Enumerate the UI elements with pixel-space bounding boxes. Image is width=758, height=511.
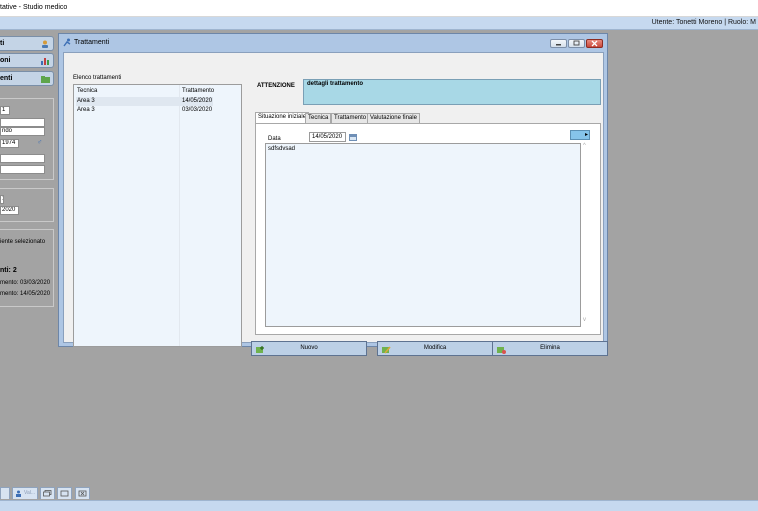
maximize-button[interactable] <box>568 39 585 48</box>
nav-button-treatments[interactable]: enti <box>0 71 54 86</box>
city-field[interactable] <box>0 165 45 174</box>
taskbar-item-2[interactable]: Val... <box>12 487 38 499</box>
cell-tecnica: Area 3 <box>77 107 95 113</box>
person-icon <box>42 40 48 48</box>
minimize-button[interactable] <box>550 39 567 48</box>
date-label: Data <box>268 136 281 142</box>
first-treatment-text: mento: 03/03/2020 <box>0 280 51 286</box>
taskbar-close-button[interactable] <box>75 487 90 499</box>
selected-patient-text: iente selezionato <box>0 239 46 245</box>
edit-button[interactable]: Modifica <box>377 341 493 356</box>
treatment-count-text: nti: 2 <box>0 267 17 274</box>
male-icon: ♂ <box>37 139 43 146</box>
nav-label: oni <box>0 57 11 64</box>
maximize-icon <box>573 40 580 46</box>
stats-count-field[interactable]: 1 <box>0 195 4 204</box>
scroll-down-icon[interactable]: v <box>583 317 586 323</box>
folder-icon <box>41 76 50 83</box>
user-bar: Utente: Tonetti Moreno | Ruolo: M <box>0 17 758 30</box>
attention-label: ATTENZIONE <box>257 83 295 89</box>
scroll-up-icon[interactable]: ^ <box>583 143 586 149</box>
patient-group: 1 ndo 1974 ♂ <box>0 98 54 180</box>
taskbar-item-1[interactable] <box>0 487 10 499</box>
cell-trattamento: 14/05/2020 <box>182 98 213 104</box>
column-divider <box>179 85 180 346</box>
nav-label: ti <box>0 40 5 47</box>
date-field[interactable]: 14/05/2020 <box>309 132 346 142</box>
app-title: tative - Studio medico <box>0 4 68 11</box>
chart-icon <box>41 58 49 65</box>
restore-icon <box>43 490 52 497</box>
taskbar-window-button[interactable] <box>57 487 72 499</box>
close-icon <box>591 40 598 47</box>
patient-id-field[interactable]: 1 <box>0 106 10 115</box>
stats-group: 1 2020 <box>0 188 54 222</box>
delete-button-label: Elimina <box>540 345 560 351</box>
taskbar-restore-button[interactable] <box>40 487 55 499</box>
notes-scrollbar[interactable]: ^ v <box>582 143 590 327</box>
cell-tecnica: Area 3 <box>77 98 95 104</box>
column-header-trattamento[interactable]: Trattamento <box>182 88 214 94</box>
table-row[interactable]: Area 3 03/03/2020 <box>76 106 213 115</box>
attention-box: dettagli trattamento <box>303 79 601 105</box>
dialog-body: Elenco trattamenti Tecnica Trattamento A… <box>63 52 608 356</box>
user-info: Utente: Tonetti Moreno | Ruolo: M <box>651 19 756 26</box>
close-icon <box>78 490 87 497</box>
app-titlebar: tative - Studio medico <box>0 0 758 17</box>
nav-label: enti <box>0 75 13 82</box>
cell-trattamento: 03/03/2020 <box>182 107 213 113</box>
dialog-title: Trattamenti <box>74 39 110 46</box>
nav-button-patients[interactable]: ti <box>0 36 54 51</box>
stats-date-field[interactable]: 2020 <box>0 206 19 215</box>
column-header-tecnica[interactable]: Tecnica <box>77 88 97 94</box>
treatment-app-icon <box>63 38 71 47</box>
new-button[interactable]: Nuovo <box>251 341 367 356</box>
attention-text: dettagli trattamento <box>307 81 364 87</box>
close-button[interactable] <box>586 39 603 48</box>
window-icon <box>60 490 69 497</box>
nav-button-reports[interactable]: oni <box>0 53 54 68</box>
patient-surname-field[interactable]: ndo <box>0 127 45 136</box>
bottom-status-strip <box>0 500 758 511</box>
delete-button[interactable]: Elimina <box>492 341 608 356</box>
treatments-list-group: Elenco trattamenti Tecnica Trattamento A… <box>73 75 246 350</box>
treatments-table[interactable]: Tecnica Trattamento Area 3 14/05/2020 Ar… <box>73 84 242 347</box>
taskbar-item-label: Val... <box>24 490 36 496</box>
tab-panel-situazione-iniziale: Data 14/05/2020 ▸ sdfsdvsad ^ v <box>255 123 601 335</box>
summary-group: iente selezionato nti: 2 mento: 03/03/20… <box>0 229 54 307</box>
treatments-dialog: Trattamenti Elenco trattamenti Tecnica T… <box>58 33 608 356</box>
last-treatment-text: mento: 14/05/2020 <box>0 291 51 297</box>
birth-date-field[interactable]: 1974 <box>0 139 19 148</box>
minimize-icon <box>556 44 561 46</box>
edit-button-label: Modifica <box>423 345 447 351</box>
chevron-icon: ▸ <box>584 132 588 138</box>
notes-textarea[interactable]: sdfsdvsad <box>265 143 581 327</box>
list-caption: Elenco trattamenti <box>73 75 122 81</box>
address-field[interactable] <box>0 154 45 163</box>
calendar-icon[interactable] <box>349 134 357 141</box>
person-icon <box>16 490 21 497</box>
panel-action-button[interactable]: ▸ <box>570 130 590 140</box>
patient-name-field[interactable] <box>0 118 45 127</box>
new-button-label: Nuovo <box>300 345 318 351</box>
table-row[interactable]: Area 3 14/05/2020 <box>76 97 213 106</box>
